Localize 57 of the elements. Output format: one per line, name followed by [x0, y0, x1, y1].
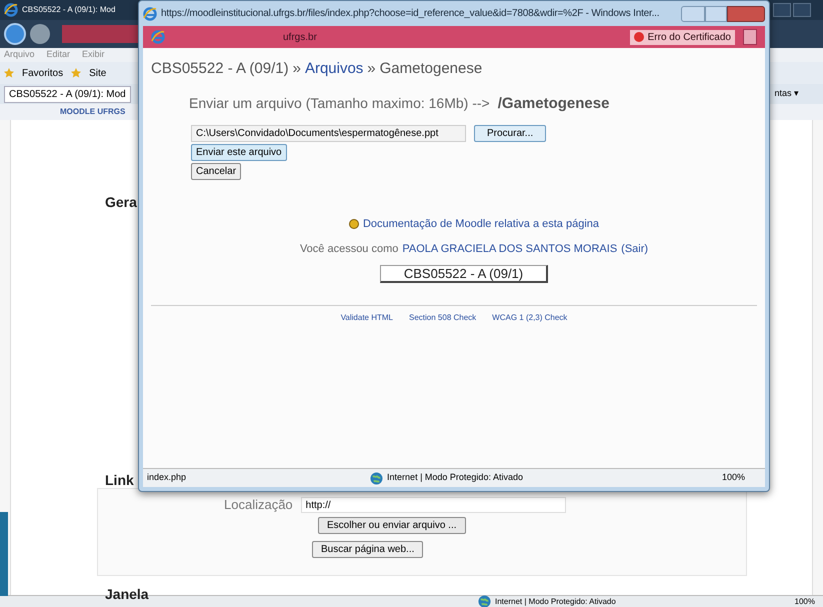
- status-url: index.php: [147, 471, 186, 484]
- maximize-button[interactable]: [705, 6, 727, 22]
- status-text: Internet | Modo Protegido: Ativado: [387, 471, 523, 484]
- error-icon: [634, 32, 644, 42]
- tools-menu[interactable]: ntas ▾: [774, 87, 799, 101]
- site-header: MOODLE UFRGS: [60, 106, 126, 118]
- favorite-link[interactable]: Site: [89, 66, 106, 80]
- window-title: https://moodleinstitucional.ufrgs.br/files/index.php?choose=id_reference_value&id=7808&wdir=%2F - Windows Inter...: [161, 7, 660, 21]
- choose-file-button[interactable]: Escolher ou enviar arquivo ...: [318, 516, 466, 534]
- documentation-link[interactable]: Documentação de Moodle relativa a esta página: [362, 216, 600, 232]
- breadcrumb-item: CBS05522 - A (09/1): [151, 59, 289, 79]
- login-text: Você acessou como: [300, 242, 398, 256]
- breadcrumb-item: Gametogenese: [380, 59, 482, 79]
- section-heading: Janela: [105, 585, 149, 604]
- breadcrumb-link[interactable]: Arquivos: [304, 58, 364, 80]
- browse-button[interactable]: Procurar...: [474, 125, 546, 142]
- address-text: ufrgs.br: [283, 30, 317, 44]
- location-label: Localização: [224, 496, 293, 514]
- window-title: CBS05522 - A (09/1): Mod: [22, 4, 116, 16]
- section-heading: Link: [105, 471, 134, 490]
- zoom-level[interactable]: 100%: [722, 471, 745, 485]
- refresh-button[interactable]: [743, 29, 757, 45]
- file-path-field[interactable]: C:\Users\Convidado\Documents\espermatogênese.ppt: [191, 125, 466, 142]
- footer-link[interactable]: Section 508 Check: [409, 312, 476, 324]
- browser-icon: [143, 6, 157, 20]
- search-web-button[interactable]: Buscar página web...: [312, 540, 424, 558]
- folder-name: /Gametogenese: [498, 94, 610, 114]
- back-button[interactable]: [4, 23, 26, 45]
- favorites-button[interactable]: Favoritos: [22, 66, 64, 80]
- page-icon: [151, 30, 165, 44]
- certificate-error[interactable]: Erro do Certificado: [630, 30, 735, 44]
- globe-icon: [478, 595, 491, 607]
- breadcrumb-separator: »: [292, 59, 301, 79]
- status-text: Internet | Modo Protegido: Ativado: [495, 596, 616, 607]
- star-icon: [71, 68, 82, 78]
- info-icon: [348, 219, 359, 230]
- minimize-button[interactable]: [681, 6, 705, 22]
- forward-button[interactable]: [30, 24, 50, 44]
- send-file-button[interactable]: Enviar este arquivo: [191, 144, 287, 161]
- browser-tab[interactable]: CBS05522 - A (09/1): Mod: [4, 86, 131, 102]
- maximize-button[interactable]: [793, 3, 811, 17]
- footer-link[interactable]: WCAG 1 (2,3) Check: [492, 312, 568, 324]
- course-button[interactable]: CBS05522 - A (09/1): [380, 265, 548, 283]
- logout-link[interactable]: (Sair): [621, 240, 648, 257]
- section-heading: Gera: [105, 193, 137, 212]
- breadcrumb-separator: »: [367, 59, 376, 79]
- browser-icon: [4, 3, 18, 17]
- star-icon: [4, 68, 14, 78]
- zoom-level[interactable]: 100%: [794, 596, 815, 607]
- footer-link[interactable]: Validate HTML: [340, 312, 394, 324]
- location-field[interactable]: http://: [300, 496, 566, 513]
- minimize-button[interactable]: [773, 3, 791, 17]
- cancel-button[interactable]: Cancelar: [191, 163, 242, 180]
- close-button[interactable]: [727, 6, 765, 22]
- upload-heading: Enviar um arquivo (Tamanho maximo: 16Mb) -->: [189, 94, 490, 114]
- user-link[interactable]: PAOLA GRACIELA DOS SANTOS MORAIS: [402, 240, 618, 257]
- globe-icon: [370, 472, 384, 484]
